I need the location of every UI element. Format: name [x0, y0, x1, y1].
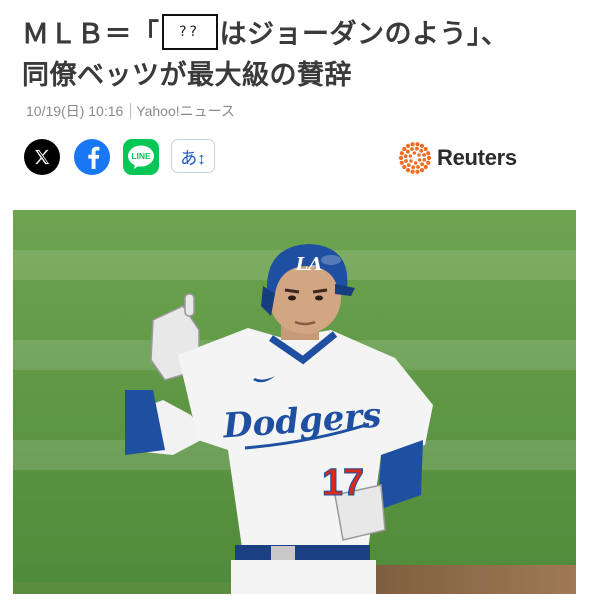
pants — [231, 560, 376, 594]
reuters-dots-logo-icon — [398, 142, 432, 174]
reuters-logo-dot — [412, 151, 417, 155]
infield-dirt — [343, 565, 576, 594]
belt — [235, 545, 370, 561]
facebook-logo-icon — [88, 146, 100, 169]
reuters-logo-dot — [399, 160, 404, 165]
reuters-logo-dot — [426, 155, 432, 161]
reuters-logo-dot — [410, 169, 415, 174]
reuters-logo-dot — [398, 155, 404, 161]
reuters-logo-dot — [416, 165, 420, 169]
line-logo-icon: LINE — [128, 145, 154, 169]
article-source: Yahoo!ニュース — [136, 103, 235, 119]
reuters-logo-dot — [399, 151, 404, 156]
article-datetime: 10/19(日) 10:16 — [26, 103, 124, 119]
reuters-logo-dot — [417, 153, 421, 157]
share-line-button[interactable]: LINE — [123, 139, 159, 175]
headline-missing-character-box: ?? — [161, 13, 218, 50]
reuters-logo-dot — [410, 142, 415, 147]
jersey-number: 17 — [322, 462, 364, 504]
reuters-logo-dot — [422, 157, 427, 162]
reuters-logo-dot — [426, 160, 431, 165]
meta-divider — [130, 103, 132, 120]
reuters-logo-dot — [402, 164, 407, 170]
baseball-player-illustration: Dodgers 17 LA — [13, 210, 576, 594]
headline-prefix: ＭＬＢ＝「 — [22, 19, 160, 50]
reuters-logo-dot — [405, 168, 411, 173]
reuters-logo-dot — [415, 169, 420, 174]
line-logo-text: LINE — [131, 151, 151, 161]
reuters-logo-dot — [420, 162, 425, 167]
helmet-logo: LA — [295, 254, 323, 275]
font-size-label: あ↕ — [180, 148, 206, 168]
reuters-logo-dot — [406, 163, 411, 168]
reuters-logo-dot — [423, 164, 428, 170]
article-headline: ＭＬＢ＝「?? はジョーダンのよう」、 同僚ベッツが最大級の賛辞 — [22, 13, 582, 96]
publisher-name: Reuters — [437, 145, 517, 170]
reuters-logo-dot — [422, 153, 426, 157]
reuters-logo-dot — [419, 143, 425, 148]
reuters-logo-dot — [408, 154, 413, 158]
reuters-logo-dot — [405, 149, 410, 154]
reuters-logo-dot — [410, 147, 414, 151]
share-x-button[interactable] — [24, 139, 60, 175]
headline-suffix: はジョーダンのよう」、 — [219, 19, 509, 50]
reuters-logo-dot — [423, 146, 428, 152]
reuters-logo-dot — [402, 146, 407, 152]
font-size-button[interactable]: あ↕ — [171, 139, 215, 173]
article-meta: 10/19(日) 10:16 Yahoo!ニュース — [26, 101, 235, 121]
reuters-logo-dot — [419, 148, 424, 153]
headline-line-2: 同僚ベッツが最大級の賛辞 — [22, 60, 352, 91]
reuters-logo-dot — [405, 143, 411, 148]
article-photo: Dodgers 17 LA — [13, 210, 576, 594]
reuters-logo-dot — [409, 159, 413, 163]
headline-line-1: ＭＬＢ＝「?? はジョーダンのよう」、 — [22, 13, 582, 55]
publisher-logo: Reuters — [398, 140, 517, 176]
reuters-logo-dot — [403, 154, 408, 159]
x-logo-icon — [35, 149, 50, 165]
reuters-logo-dot — [404, 159, 408, 163]
reuters-logo-dot — [414, 146, 419, 151]
reuters-logo-dot — [411, 165, 416, 170]
reuters-logo-dot — [415, 142, 420, 147]
reuters-logo-dot — [413, 161, 418, 165]
reuters-logo-dot — [417, 158, 422, 162]
reuters-logo-dot — [426, 151, 431, 156]
share-facebook-button[interactable] — [74, 139, 110, 175]
reuters-logo-dot — [419, 168, 425, 173]
